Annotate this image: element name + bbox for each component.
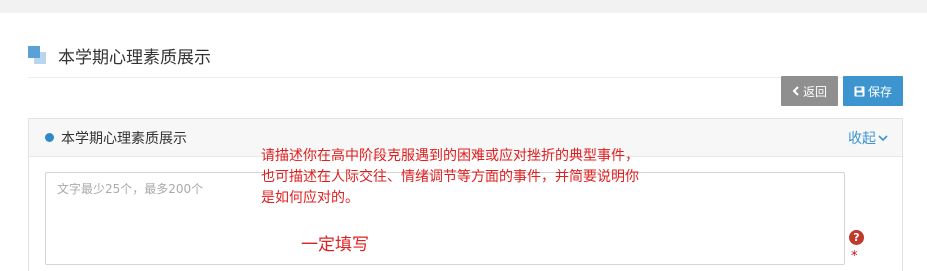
back-button-label: 返回 xyxy=(802,84,827,99)
annotation-line-2: 也可描述在人际交往、情绪调节等方面的事件，并简要说明你 xyxy=(261,169,639,185)
collapse-toggle[interactable]: 收起 xyxy=(848,119,888,157)
annotation-line-3: 是如何应对的。 xyxy=(261,190,359,206)
psych-panel: 本学期心理素质展示 收起 ? * xyxy=(28,118,903,271)
panel-title: 本学期心理素质展示 xyxy=(61,130,187,147)
back-button[interactable]: 返回 xyxy=(781,76,838,106)
save-button[interactable]: 保存 xyxy=(843,76,903,106)
annotation-emphasis: 一定填写 xyxy=(301,235,369,255)
save-button-label: 保存 xyxy=(867,84,892,99)
top-strip xyxy=(0,0,927,13)
dot-icon xyxy=(45,133,54,142)
stacked-squares-icon xyxy=(28,46,46,64)
annotation-line-1: 请描述你在高中阶段克服遇到的困难或应对挫折的典型事件， xyxy=(261,148,639,164)
section-title: 本学期心理素质展示 xyxy=(58,47,211,68)
floppy-disk-icon xyxy=(854,86,865,97)
question-circle-icon[interactable]: ? xyxy=(849,230,864,245)
collapse-label: 收起 xyxy=(848,131,876,147)
chevron-down-icon xyxy=(878,132,888,145)
header-divider xyxy=(28,77,903,78)
required-marker: * xyxy=(851,249,858,264)
chevron-left-icon xyxy=(792,86,800,96)
page: 本学期心理素质展示 返回 保存 本学期心理素质展示 收起 文字最少25个，最多2… xyxy=(0,0,927,271)
section-header: 本学期心理素质展示 xyxy=(28,40,211,70)
